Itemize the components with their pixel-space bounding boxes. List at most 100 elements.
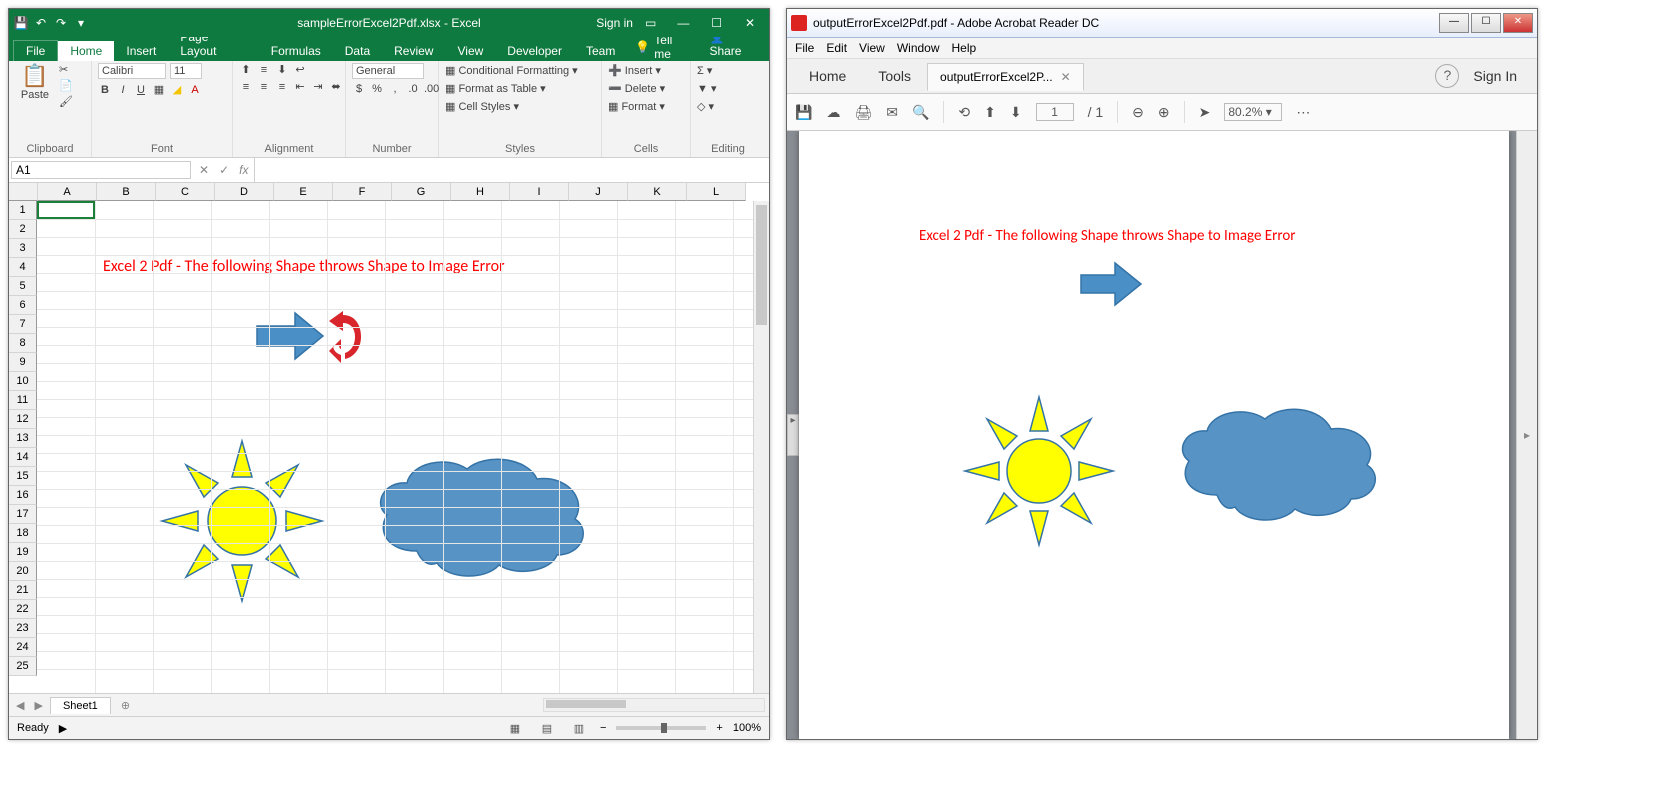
font-size-select[interactable]: 11 bbox=[170, 63, 202, 79]
col-header[interactable]: E bbox=[274, 183, 333, 201]
zoom-slider[interactable] bbox=[616, 726, 706, 730]
menu-window[interactable]: Window bbox=[897, 41, 940, 55]
row-header[interactable]: 10 bbox=[9, 372, 37, 391]
formula-bar[interactable] bbox=[254, 158, 769, 182]
row-header[interactable]: 13 bbox=[9, 429, 37, 448]
bold-button[interactable]: B bbox=[98, 84, 112, 96]
acro-minimize-button[interactable]: — bbox=[1439, 13, 1469, 33]
row-header[interactable]: 22 bbox=[9, 600, 37, 619]
page-down-icon[interactable]: ⬇ bbox=[1010, 104, 1022, 121]
search-icon[interactable]: 🔍 bbox=[912, 104, 929, 121]
acro-help-button[interactable]: ? bbox=[1435, 64, 1459, 88]
horizontal-scrollbar[interactable] bbox=[543, 698, 765, 712]
pdf-page[interactable]: Excel 2 Pdf - The following Shape throws… bbox=[799, 131, 1509, 739]
italic-button[interactable]: I bbox=[116, 84, 130, 96]
cloud-icon[interactable]: ☁ bbox=[826, 104, 840, 121]
wrap-button[interactable]: ↩ bbox=[293, 63, 307, 76]
align-right-button[interactable]: ≡ bbox=[275, 81, 289, 93]
zoom-out-button[interactable]: − bbox=[600, 722, 606, 734]
mail-icon[interactable]: ✉ bbox=[886, 104, 898, 121]
qat-more-icon[interactable]: ▾ bbox=[73, 16, 89, 30]
row-header[interactable]: 16 bbox=[9, 486, 37, 505]
macro-record-icon[interactable]: ▶ bbox=[59, 722, 67, 735]
row-header[interactable]: 9 bbox=[9, 353, 37, 372]
currency-button[interactable]: $ bbox=[352, 83, 366, 95]
undo-icon[interactable]: ↶ bbox=[33, 16, 49, 30]
cut-icon[interactable]: ✂ bbox=[59, 63, 73, 76]
align-top-button[interactable]: ⬆ bbox=[239, 63, 253, 76]
uturn-shape[interactable] bbox=[325, 309, 365, 363]
select-all-corner[interactable] bbox=[9, 183, 38, 201]
sun-shape[interactable] bbox=[157, 436, 327, 606]
row-header[interactable]: 24 bbox=[9, 638, 37, 657]
row-header[interactable]: 20 bbox=[9, 562, 37, 581]
delete-cell-button[interactable]: ➖ Delete ▾ bbox=[608, 81, 665, 96]
sheet-tab[interactable]: Sheet1 bbox=[50, 697, 111, 714]
page-up-icon[interactable]: ⬆ bbox=[984, 104, 996, 121]
row-header[interactable]: 11 bbox=[9, 391, 37, 410]
acro-tools-strip[interactable]: ▸ bbox=[1516, 131, 1537, 739]
insert-cell-button[interactable]: ➕ Insert ▾ bbox=[608, 63, 665, 78]
row-header[interactable]: 21 bbox=[9, 581, 37, 600]
tab-view[interactable]: View bbox=[445, 41, 495, 61]
acro-tab-document[interactable]: outputErrorExcel2P... ✕ bbox=[927, 63, 1084, 91]
vertical-scrollbar[interactable] bbox=[753, 201, 769, 693]
row-header[interactable]: 6 bbox=[9, 296, 37, 315]
comma-button[interactable]: , bbox=[388, 83, 402, 95]
col-header[interactable]: G bbox=[392, 183, 451, 201]
format-painter-icon[interactable]: 🖌 bbox=[59, 95, 73, 108]
row-header[interactable]: 18 bbox=[9, 524, 37, 543]
row-header[interactable]: 5 bbox=[9, 277, 37, 296]
row-header[interactable]: 4 bbox=[9, 258, 37, 277]
name-box[interactable]: A1 bbox=[11, 161, 191, 179]
zoom-out-icon[interactable]: ⊖ bbox=[1132, 104, 1144, 121]
row-header[interactable]: 3 bbox=[9, 239, 37, 258]
percent-button[interactable]: % bbox=[370, 83, 384, 95]
acro-panel-handle[interactable]: ▸ bbox=[787, 414, 799, 456]
col-header[interactable]: K bbox=[628, 183, 687, 201]
col-header[interactable]: D bbox=[215, 183, 274, 201]
acro-tools-caret-icon[interactable]: ▸ bbox=[1517, 428, 1537, 442]
cancel-fx-icon[interactable]: ✕ bbox=[199, 163, 209, 177]
maximize-button[interactable]: ☐ bbox=[702, 16, 732, 30]
row-header[interactable]: 17 bbox=[9, 505, 37, 524]
tab-insert[interactable]: Insert bbox=[114, 41, 168, 61]
acro-signin-button[interactable]: Sign In bbox=[1459, 62, 1531, 90]
inc-decimal-button[interactable]: .0 bbox=[406, 83, 420, 95]
zoom-in-button[interactable]: + bbox=[716, 722, 722, 734]
col-header[interactable]: B bbox=[97, 183, 156, 201]
redo-icon[interactable]: ↷ bbox=[53, 16, 69, 30]
col-header[interactable]: A bbox=[38, 183, 97, 201]
page-number-input[interactable]: 1 bbox=[1036, 103, 1074, 121]
underline-button[interactable]: U bbox=[134, 84, 148, 96]
row-header[interactable]: 12 bbox=[9, 410, 37, 429]
fill-color-button[interactable]: ◢ bbox=[170, 83, 184, 96]
acro-close-button[interactable]: ✕ bbox=[1503, 13, 1533, 33]
indent-dec-button[interactable]: ⇤ bbox=[293, 80, 307, 93]
font-color-button[interactable]: A bbox=[188, 84, 202, 96]
paste-button[interactable]: 📋 Paste bbox=[15, 63, 55, 101]
add-sheet-button[interactable]: ⊕ bbox=[115, 699, 136, 712]
tab-team[interactable]: Team bbox=[574, 41, 627, 61]
tab-review[interactable]: Review bbox=[382, 41, 445, 61]
close-button[interactable]: ✕ bbox=[735, 16, 765, 30]
align-bottom-button[interactable]: ⬇ bbox=[275, 63, 289, 76]
col-header[interactable]: I bbox=[510, 183, 569, 201]
number-format-select[interactable]: General bbox=[352, 63, 424, 79]
spreadsheet-grid[interactable]: ABCDEFGHIJKL 123456789101112131415161718… bbox=[9, 183, 769, 693]
tellme-search[interactable]: 💡 Tell me bbox=[627, 33, 699, 61]
zoom-select[interactable]: 80.2% ▾ bbox=[1224, 103, 1282, 121]
row-header[interactable]: 2 bbox=[9, 220, 37, 239]
row-header[interactable]: 14 bbox=[9, 448, 37, 467]
clear-button[interactable]: ◇ ▾ bbox=[697, 99, 716, 114]
row-header[interactable]: 8 bbox=[9, 334, 37, 353]
col-header[interactable]: L bbox=[687, 183, 746, 201]
indent-inc-button[interactable]: ⇥ bbox=[311, 80, 325, 93]
col-header[interactable]: C bbox=[156, 183, 215, 201]
acro-tab-home[interactable]: Home bbox=[793, 62, 862, 90]
tab-formulas[interactable]: Formulas bbox=[259, 41, 333, 61]
format-table-button[interactable]: ▦ Format as Table ▾ bbox=[445, 81, 578, 96]
row-header[interactable]: 19 bbox=[9, 543, 37, 562]
excel-signin[interactable]: Sign in bbox=[596, 16, 633, 30]
row-header[interactable]: 7 bbox=[9, 315, 37, 334]
